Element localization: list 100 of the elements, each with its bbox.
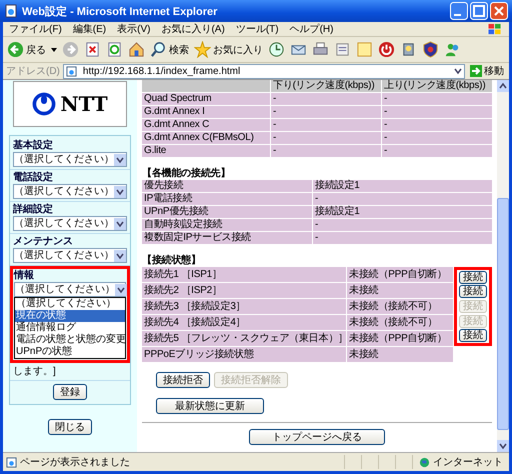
table-cell: G.dmt Annex C(FBMsOL) <box>142 132 270 144</box>
group-label: 情報 <box>14 270 35 282</box>
address-label: アドレス(D) <box>6 65 60 78</box>
close-icon[interactable] <box>490 2 508 20</box>
address-field[interactable]: http://192.168.1.1/index_frame.html <box>62 64 465 78</box>
select-field[interactable]: （選択してください） <box>14 282 126 297</box>
table-cell: - <box>382 132 492 144</box>
shield-icon[interactable] <box>422 41 439 58</box>
page-icon <box>66 66 77 76</box>
table-cell: 優先接続 <box>142 180 312 192</box>
table-cell: G.lite <box>142 145 270 157</box>
back-button[interactable]: 戻る <box>7 41 57 58</box>
refresh-button[interactable]: 最新状態に更新 <box>156 398 264 414</box>
home-icon[interactable] <box>128 41 145 58</box>
go-button[interactable]: 移動 <box>468 64 506 78</box>
search-icon <box>150 41 167 58</box>
globe-icon <box>419 456 430 468</box>
note-text: します。] <box>12 365 57 379</box>
table-cell: - <box>271 145 381 157</box>
search-button[interactable]: 検索 <box>150 41 189 58</box>
section-title: 【各機能の接続先】 <box>142 167 232 180</box>
table-cell: G.dmt Annex I <box>142 106 270 118</box>
table-cell: 未接続 <box>347 347 453 362</box>
table-cell: - <box>382 93 492 105</box>
windows-logo-icon <box>487 22 503 36</box>
dropdown-option[interactable]: 通信情報ログ <box>15 322 125 334</box>
table-cell: - <box>271 132 381 144</box>
action-button[interactable]: 接続拒否 <box>156 372 210 388</box>
table-cell: 未接続 <box>347 283 453 298</box>
select-field[interactable]: （選択してください） <box>13 248 127 263</box>
scrollbar[interactable] <box>497 80 509 452</box>
table-cell: PPPoEブリッジ接続状態 <box>142 347 346 362</box>
table-cell: G.dmt Annex C <box>142 119 270 131</box>
column-header: 下り(リンク速度(kbps)) <box>271 80 381 92</box>
select-field[interactable]: （選択してください） <box>13 184 127 199</box>
submit-button[interactable]: 登録 <box>53 384 87 400</box>
minimize-icon[interactable] <box>450 2 468 20</box>
people-icon[interactable] <box>444 41 461 58</box>
ring-logo-icon <box>32 92 56 116</box>
menu-item[interactable]: ファイル(F) <box>9 22 62 36</box>
page-icon <box>6 456 17 468</box>
table-cell: 未接続（PPP自切断） <box>347 331 453 346</box>
table-cell: 接続先1 ［ISP1］ <box>142 267 346 282</box>
table-cell: 接続設定1 <box>313 206 492 218</box>
table-cell: - <box>271 93 381 105</box>
scroll-down-icon[interactable] <box>497 440 509 452</box>
table-cell: IP電話接続 <box>142 193 312 205</box>
scroll-up-icon[interactable] <box>497 80 509 92</box>
group-label: 詳細設定 <box>13 204 54 216</box>
caret-icon <box>51 48 57 52</box>
menu-item[interactable]: お気に入り(A) <box>161 22 225 36</box>
table-cell: 複数固定IPサービス接続 <box>142 232 312 244</box>
table-cell: - <box>313 232 492 244</box>
arrow-icon <box>470 65 482 77</box>
table-cell: 接続設定1 <box>313 180 492 192</box>
table-cell: - <box>382 145 492 157</box>
favorites-button[interactable]: お気に入り <box>194 41 263 58</box>
top-page-button[interactable]: トップページへ戻る <box>249 429 385 445</box>
table-cell: 自動時刻設定接続 <box>142 219 312 231</box>
connect-button[interactable]: 接続 <box>459 285 487 298</box>
refresh-icon[interactable] <box>106 41 123 58</box>
table-cell: - <box>313 219 492 231</box>
table-cell: 未接続（PPP自切断） <box>347 267 453 282</box>
table-cell: Quad Spectrum <box>142 93 270 105</box>
connect-button[interactable]: 接続 <box>459 270 487 284</box>
stop-icon[interactable] <box>84 41 101 58</box>
document-icon[interactable] <box>334 41 351 58</box>
dropdown-option[interactable]: 電話の状態と状態の変更 <box>15 334 125 346</box>
section-title: 【接続状態】 <box>142 254 202 267</box>
column-header: 上り(リンク速度(kbps)) <box>382 80 492 92</box>
dropdown-option[interactable]: UPnPの状態 <box>15 346 125 358</box>
table-cell: 未接続（接続不可） <box>347 315 453 330</box>
connect-button[interactable]: 接続 <box>459 329 487 342</box>
table-cell: - <box>271 106 381 118</box>
history-icon[interactable] <box>268 41 285 58</box>
dropdown-option[interactable]: 現在の状態 <box>15 310 125 322</box>
group-label: 電話設定 <box>13 172 54 184</box>
close-button[interactable]: 閉じる <box>48 419 92 435</box>
maximize-icon[interactable] <box>470 2 488 20</box>
window-title: Web設定 - Microsoft Internet Explorer <box>22 4 218 18</box>
table-cell: 接続先5 ［フレッツ・スクウェア（東日本）］ <box>142 331 346 346</box>
select-field[interactable]: （選択してください） <box>13 152 127 167</box>
menu-item[interactable]: 編集(E) <box>72 22 106 36</box>
dropdown-option[interactable]: （選択してください） <box>15 298 125 310</box>
logo-text: NTT <box>60 92 108 116</box>
table-cell: 未接続（接続不可） <box>347 299 453 314</box>
zone-text: インターネット <box>433 456 503 469</box>
table-cell: 接続先2 ［ISP2］ <box>142 283 346 298</box>
group-label: 基本設定 <box>13 140 54 152</box>
menu-item[interactable]: ヘルプ(H) <box>290 22 334 36</box>
table-cell: - <box>382 106 492 118</box>
table-cell: - <box>382 119 492 131</box>
page-icon <box>4 4 18 18</box>
power-icon[interactable] <box>378 41 395 58</box>
table-cell: UPnP優先接続 <box>142 206 312 218</box>
menu-item[interactable]: ツール(T) <box>236 22 279 36</box>
menu-item[interactable]: 表示(V) <box>117 22 150 36</box>
table-cell: - <box>271 119 381 131</box>
status-text: ページが表示されました <box>20 456 130 469</box>
select-field[interactable]: （選択してください） <box>13 216 127 231</box>
